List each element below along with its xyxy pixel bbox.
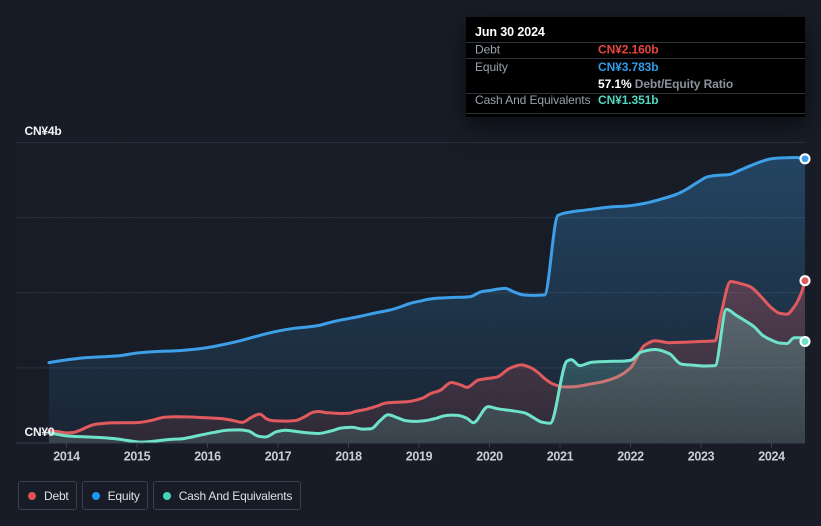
- svg-text:2020: 2020: [476, 450, 503, 464]
- svg-text:2021: 2021: [547, 450, 574, 464]
- svg-text:2018: 2018: [335, 450, 362, 464]
- svg-text:2014: 2014: [53, 450, 80, 464]
- svg-text:2015: 2015: [124, 450, 151, 464]
- svg-text:2023: 2023: [688, 450, 715, 464]
- svg-text:2017: 2017: [265, 450, 292, 464]
- svg-text:CN¥4b: CN¥4b: [25, 124, 62, 138]
- svg-text:2019: 2019: [406, 450, 433, 464]
- svg-text:2022: 2022: [617, 450, 644, 464]
- svg-text:2016: 2016: [194, 450, 221, 464]
- svg-text:2024: 2024: [758, 450, 785, 464]
- svg-text:CN¥0: CN¥0: [25, 425, 55, 439]
